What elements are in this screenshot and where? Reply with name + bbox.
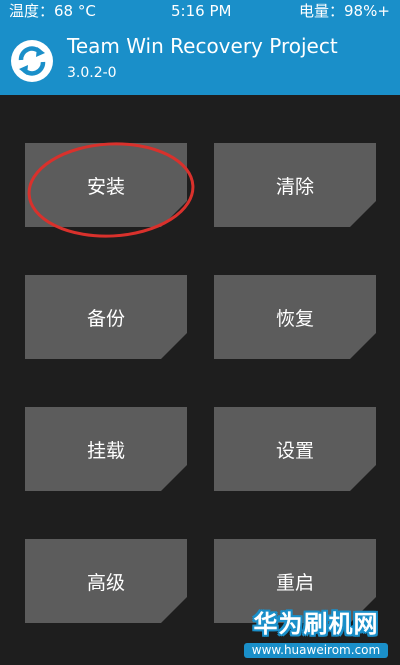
mount-button-label: 挂载 [86,439,125,462]
watermark-url: www.huaweirom.com [243,643,389,658]
settings-button[interactable]: 设置 [214,407,376,491]
backup-button[interactable]: 备份 [25,275,187,359]
twrp-logo-icon [11,40,53,82]
reboot-button-label: 重启 [275,571,314,594]
clock: 5:16 PM [171,2,232,20]
install-button[interactable]: 安装 [25,143,187,227]
install-button-label: 安装 [86,175,125,198]
button-corner [350,201,376,227]
restore-button[interactable]: 恢复 [214,275,376,359]
app-header: Team Win Recovery Project 3.0.2-0 [0,23,400,95]
advanced-button-label: 高级 [86,571,125,594]
button-corner [161,465,187,491]
watermark: 华为刷机网 www.huaweirom.com [236,609,396,661]
mount-button[interactable]: 挂载 [25,407,187,491]
button-corner [161,333,187,359]
advanced-button[interactable]: 高级 [25,539,187,623]
battery-readout: 电量：98%+ [299,2,390,20]
app-title: Team Win Recovery Project [67,34,338,58]
settings-button-label: 设置 [275,439,314,462]
wipe-button[interactable]: 清除 [214,143,376,227]
button-corner [350,465,376,491]
watermark-logo: 华为刷机网 [253,610,379,638]
wipe-button-label: 清除 [275,175,314,198]
temperature-readout: 温度：68 °C [9,2,96,20]
button-corner [161,201,187,227]
restore-button-label: 恢复 [275,307,314,330]
backup-button-label: 备份 [86,307,125,330]
status-bar: 温度：68 °C 5:16 PM 电量：98%+ [0,0,400,23]
app-version: 3.0.2-0 [67,65,117,81]
button-corner [161,597,187,623]
button-corner [350,333,376,359]
